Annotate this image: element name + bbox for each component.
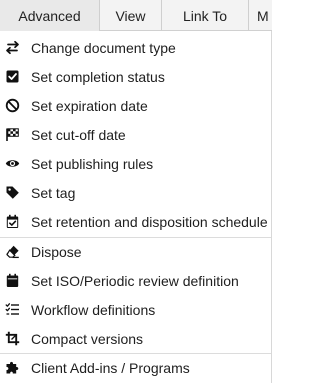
menu-item-label: Set completion status [31,68,165,85]
menu-item-set-iso-periodic-review-definition[interactable]: Set ISO/Periodic review definition [0,266,271,295]
menu-item-label: Set expiration date [31,97,148,114]
menu-item-set-completion-status[interactable]: Set completion status [0,62,271,91]
swap-arrows-icon [5,40,20,55]
menu-item-label: Set ISO/Periodic review definition [31,272,239,289]
app-root: Advanced View Link To M Change document … [0,0,272,383]
toolbar-tabs: Advanced View Link To M [0,0,272,31]
menu-item-label: Set tag [31,184,76,201]
menu-item-label: Set cut-off date [31,126,126,143]
menu-item-label: Set retention and disposition schedule [31,213,268,230]
prohibited-icon [5,98,20,113]
eraser-icon [5,244,20,259]
tab-view[interactable]: View [100,0,162,31]
puzzle-icon [5,360,20,375]
menu-item-workflow-definitions[interactable]: Workflow definitions [0,295,271,324]
checkered-flag-icon [5,127,20,142]
tab-more[interactable]: M [249,0,272,31]
menu-item-label: Client Add-ins / Programs [31,359,190,376]
calendar-icon [5,273,20,288]
menu-item-label: Dispose [31,243,82,260]
menu-item-set-publishing-rules[interactable]: Set publishing rules [0,149,271,178]
menu-item-set-tag[interactable]: Set tag [0,178,271,207]
eye-icon [5,156,20,171]
tab-link-to[interactable]: Link To [162,0,249,31]
menu-item-client-add-ins-programs[interactable]: Client Add-ins / Programs [0,353,271,382]
menu-item-change-document-type[interactable]: Change document type [0,33,271,62]
calendar-check-icon [5,214,20,229]
menu-item-set-cut-off-date[interactable]: Set cut-off date [0,120,271,149]
menu-item-set-expiration-date[interactable]: Set expiration date [0,91,271,120]
tab-advanced[interactable]: Advanced [0,0,100,31]
menu-item-label: Set publishing rules [31,155,154,172]
menu-item-label: Change document type [31,39,176,56]
checkbox-checked-icon [5,69,20,84]
menu-item-label: Workflow definitions [31,301,156,318]
menu-item-dispose[interactable]: Dispose [0,237,271,266]
menu-item-label: Compact versions [31,330,144,347]
tag-icon [5,185,20,200]
menu-item-set-retention-and-disposition-schedule[interactable]: Set retention and disposition schedule [0,207,271,236]
menu-item-compact-versions[interactable]: Compact versions [0,324,271,353]
checklist-icon [5,302,20,317]
advanced-dropdown-menu: Change document type Set completion stat… [0,31,272,383]
crop-icon [5,331,20,346]
